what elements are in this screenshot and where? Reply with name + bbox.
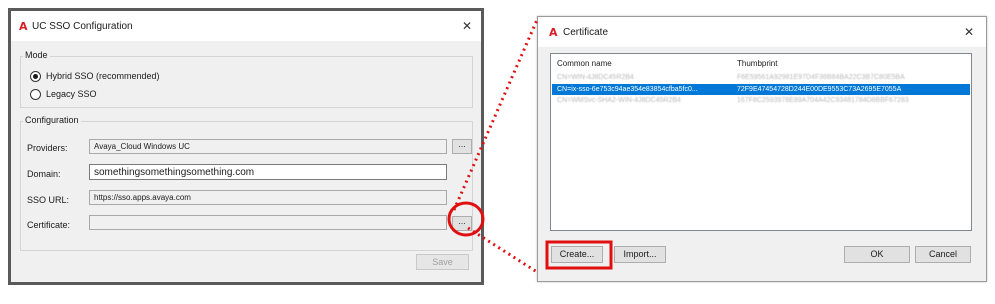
domain-label: Domain:	[27, 169, 61, 179]
save-button[interactable]: Save	[416, 254, 469, 270]
sso-close-icon[interactable]: ✕	[462, 19, 472, 33]
row-common-name: CN=WIN-4J8DC45R2B4	[557, 74, 634, 81]
providers-label: Providers:	[27, 143, 68, 153]
certificate-row-selected[interactable]: CN=ix-sso-6e753c94ae354e83854cfba5fc0...…	[552, 84, 970, 95]
cancel-button[interactable]: Cancel	[915, 246, 971, 263]
ok-button[interactable]: OK	[844, 246, 910, 263]
providers-browse-button[interactable]: ...	[452, 139, 472, 154]
domain-input[interactable]: somethingsomethingsomething.com	[89, 164, 447, 180]
sso-title-bar: A UC SSO Configuration ✕	[11, 11, 481, 41]
row-thumbprint: 72F9E47454728D244E00DE9553C73A2695E7055A	[737, 86, 902, 93]
certificate-row[interactable]: CN=WMSvc-SHA2-WIN-4J8DC45R2B4 167F8C2593…	[552, 96, 970, 105]
mode-legend: Mode	[23, 50, 50, 60]
create-button[interactable]: Create...	[551, 246, 603, 263]
configuration-group: Configuration Providers: Avaya_Cloud Win…	[20, 115, 473, 251]
column-header-thumbprint[interactable]: Thumbprint	[737, 59, 777, 68]
sso-url-label: SSO URL:	[27, 195, 70, 205]
certificate-browse-button[interactable]: ...	[452, 216, 472, 231]
certificate-window: A Certificate ✕ Common name Thumbprint C…	[537, 16, 987, 282]
legacy-sso-radio[interactable]	[30, 89, 41, 100]
avaya-logo-icon: A	[549, 26, 558, 39]
legacy-sso-label[interactable]: Legacy SSO	[46, 89, 97, 99]
hybrid-sso-label[interactable]: Hybrid SSO (recommended)	[46, 71, 160, 81]
sso-window-title: UC SSO Configuration	[32, 21, 133, 32]
certificate-label: Certificate:	[27, 220, 71, 230]
providers-field[interactable]: Avaya_Cloud Windows UC	[89, 139, 447, 154]
import-button[interactable]: Import...	[614, 246, 666, 263]
avaya-logo-icon: A	[19, 20, 28, 33]
certificate-title-bar: A Certificate ✕	[538, 17, 986, 47]
certificate-close-icon[interactable]: ✕	[964, 25, 974, 39]
mode-group: Mode Hybrid SSO (recommended) Legacy SSO	[20, 50, 473, 108]
certificate-window-title: Certificate	[563, 27, 609, 38]
hybrid-sso-radio[interactable]	[30, 71, 41, 82]
column-header-common-name[interactable]: Common name	[557, 59, 612, 68]
certificate-list[interactable]: Common name Thumbprint CN=WIN-4J8DC45R2B…	[550, 53, 972, 231]
row-common-name: CN=ix-sso-6e753c94ae354e83854cfba5fc0...	[557, 86, 698, 93]
configuration-legend: Configuration	[23, 115, 81, 125]
sso-url-field[interactable]: https://sso.apps.avaya.com	[89, 190, 447, 205]
certificate-row[interactable]: CN=WIN-4J8DC45R2B4 F6E59561A92981E97D4F3…	[552, 73, 970, 82]
row-thumbprint: F6E59561A92981E97D4F36B84BA22C3B7C80E5BA	[737, 74, 905, 81]
row-common-name: CN=WMSvc-SHA2-WIN-4J8DC45R2B4	[557, 97, 681, 104]
certificate-field[interactable]	[89, 215, 447, 230]
sso-config-window: A UC SSO Configuration ✕ Mode Hybrid SSO…	[8, 8, 484, 285]
row-thumbprint: 167F8C2593978E89A704A42C93481784D8BBF672…	[737, 97, 909, 104]
